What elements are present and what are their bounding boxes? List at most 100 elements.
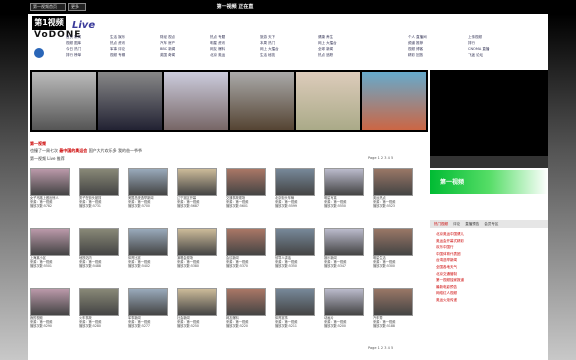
video-plays: 播放次数:5488 [79, 264, 101, 268]
nav-col-4[interactable]: 热点 专题 明星 资讯 网友 爆料 北京 奥运 [210, 34, 225, 58]
video-thumbnail[interactable] [177, 228, 217, 256]
featured-photo[interactable] [32, 72, 96, 130]
video-card[interactable]: 军事新闻 来源：第一视频 播放次数:5277 [128, 288, 172, 346]
video-card[interactable]: 体育比赛 来源：第一视频 播放次数:5402 [128, 228, 172, 286]
list-item[interactable]: 最新电影预告 [436, 284, 516, 291]
video-plays: 播放次数:5300 [373, 264, 395, 268]
list-item[interactable]: 北京奥运中国健儿 [436, 231, 516, 238]
video-thumbnail[interactable] [79, 228, 119, 256]
video-thumbnail[interactable] [373, 168, 413, 196]
video-card[interactable]: 男子在街头被撞 来源：第一视频 播放次数:5731 [79, 168, 123, 226]
video-card[interactable]: 地铁站内 来源：第一视频 播放次数:5488 [79, 228, 123, 286]
video-thumbnail[interactable] [275, 288, 315, 316]
list-item[interactable]: 台湾选举新闻 [436, 257, 516, 264]
list-item[interactable]: 第一视频独家报道 [436, 277, 516, 284]
list-item[interactable]: 欢乐中国行 [436, 244, 516, 251]
list-item[interactable]: 网络红人视频 [436, 290, 516, 297]
list-item[interactable]: 奥运会开幕式精彩 [436, 238, 516, 245]
video-card[interactable]: 会议新闻 来源：第一视频 播放次数:5370 [226, 228, 270, 286]
video-card[interactable]: 火车事故 来源：第一视频 播放次数:5280 [79, 288, 123, 346]
featured-photo[interactable] [230, 72, 294, 130]
nav-col-1[interactable]: 首页 新闻 视频 图库 今日 热门 排行 榜单 [66, 34, 81, 58]
video-thumbnail[interactable] [373, 288, 413, 316]
live-icon [34, 48, 44, 58]
ad-text: 第一视频 [440, 179, 465, 186]
featured-photo[interactable] [98, 72, 162, 130]
video-card[interactable]: 汽车秀 来源：第一视频 播放次数:5188 [373, 288, 417, 346]
video-thumbnail[interactable] [79, 168, 119, 196]
video-plays: 播放次数:5277 [128, 324, 150, 328]
video-plays: 播放次数:5347 [324, 264, 346, 268]
video-card[interactable]: 我的视频 来源：第一视频 播放次数:5290 [30, 288, 74, 346]
nav-col-6[interactable]: 健康 养生 网上 大擂台 全球 新闻 热点 追踪 [318, 34, 337, 58]
pager-bottom[interactable]: Page 1 2 3 4 5 [368, 346, 393, 350]
video-thumbnail[interactable] [275, 228, 315, 256]
list-item[interactable]: 中国体育代表团 [436, 251, 516, 258]
video-thumbnail[interactable] [177, 168, 217, 196]
video-thumbnail[interactable] [128, 288, 168, 316]
video-plays: 播放次数:5370 [226, 264, 248, 268]
video-thumbnail[interactable] [30, 228, 70, 256]
headline-row[interactable]: 也撞了一周七次 最中国的奥运会 国产大片欢乐多 我的爸一爷爷 [30, 148, 428, 154]
tab-members[interactable]: 会员专区 [484, 222, 498, 226]
hot-tabs: 热门视频 评论 直播预告 会员专区 [430, 220, 548, 228]
video-thumbnail[interactable] [128, 228, 168, 256]
featured-photo[interactable] [296, 72, 360, 130]
more-select[interactable]: 更多 [68, 3, 86, 11]
right-nav[interactable]: 个人 直播间 频道 推荐 视频 博客 精彩 回放 [408, 34, 427, 58]
featured-photo[interactable] [362, 72, 426, 130]
video-card[interactable]: 上海某小区 来源：第一视频 播放次数:5501 [30, 228, 74, 286]
video-card[interactable]: 交通事故现场 来源：第一视频 播放次数:5601 [226, 168, 270, 226]
video-card[interactable]: 北京街头车辆 来源：第一视频 播放次数:5599 [275, 168, 319, 226]
tab-hot[interactable]: 热门视频 [434, 222, 448, 226]
video-card[interactable]: 女子马路上做出惊人 来源：第一视频 播放次数:5782 [30, 168, 74, 226]
video-plays: 播放次数:5731 [79, 204, 101, 208]
video-thumbnail[interactable] [30, 168, 70, 196]
nav-col-5[interactable]: 旅游 天下 本周 热门 网上 大擂台 生活 秘技 [260, 34, 279, 58]
video-thumbnail[interactable] [30, 288, 70, 316]
featured-photo[interactable] [164, 72, 228, 130]
nav-col-3[interactable]: 财经 视点 汽车 房产 BBC 新闻 英国 奇闻 [160, 34, 175, 58]
list-item[interactable]: 全国各地天气 [436, 264, 516, 271]
video-thumbnail[interactable] [324, 288, 364, 316]
video-thumbnail[interactable] [324, 168, 364, 196]
video-card[interactable]: 奥运热点 来源：第一视频 播放次数:5523 [373, 168, 417, 226]
video-thumbnail[interactable] [373, 228, 413, 256]
video-plays: 播放次数:5380 [177, 264, 199, 268]
video-card[interactable]: 社会新闻 来源：第一视频 播放次数:5250 [177, 288, 221, 346]
video-card[interactable]: 动画片 来源：第一视频 播放次数:5200 [324, 288, 368, 346]
video-plays: 播放次数:5550 [324, 204, 346, 208]
nav-col-2[interactable]: 生活 娱乐 热点 资讯 军事 评论 视频 专辑 [110, 34, 125, 58]
tab-schedule[interactable]: 直播预告 [465, 222, 479, 226]
video-card[interactable]: 领导人讲话 来源：第一视频 播放次数:5350 [275, 228, 319, 286]
video-card[interactable]: 体育赛事 来源：第一视频 播放次数:5211 [275, 288, 319, 346]
right-nav-2[interactable]: 上传视频 排行 CNOMA 直播 飞途 论坛 [468, 34, 489, 58]
player-controls[interactable] [430, 156, 548, 168]
video-plays: 播放次数:5523 [373, 204, 395, 208]
video-card[interactable]: 明星写真 来源：第一视频 播放次数:5550 [324, 168, 368, 226]
video-card[interactable]: 网友爆料 来源：第一视频 播放次数:5220 [226, 288, 270, 346]
video-thumbnail[interactable] [226, 168, 266, 196]
video-card[interactable]: 明星生活 来源：第一视频 播放次数:5300 [373, 228, 417, 286]
home-select[interactable]: 第一视频首页 [30, 3, 66, 11]
video-card[interactable]: 演唱会现场 来源：第一视频 播放次数:5380 [177, 228, 221, 286]
video-thumbnail[interactable] [226, 288, 266, 316]
video-card[interactable]: 娱乐新闻 来源：第一视频 播放次数:5347 [324, 228, 368, 286]
video-thumbnail[interactable] [226, 228, 266, 256]
tab-comments[interactable]: 评论 [453, 222, 460, 226]
video-card[interactable]: 辽宁赛区开幕 来源：第一视频 播放次数:5687 [177, 168, 221, 226]
video-thumbnail[interactable] [128, 168, 168, 196]
video-thumbnail[interactable] [79, 288, 119, 316]
list-item[interactable]: 北京交通管制 [436, 271, 516, 278]
video-thumbnail[interactable] [324, 228, 364, 256]
featured-strip [30, 70, 428, 132]
grid-title: 第一视频 Live 推荐 [30, 156, 65, 161]
video-thumbnail[interactable] [177, 288, 217, 316]
pager-top[interactable]: Page 1 2 3 4 5 [368, 156, 393, 160]
header: 第1视频 VoDONE Live 首页 新闻 视频 图库 今日 热门 排行 榜单 生活… [28, 14, 548, 70]
video-thumbnail[interactable] [275, 168, 315, 196]
ad-banner[interactable]: 第一视频 [430, 170, 548, 194]
video-player[interactable] [430, 70, 548, 168]
list-item[interactable]: 奥运火炬传递 [436, 297, 516, 304]
video-card[interactable]: 美国总统选举新闻 来源：第一视频 播放次数:5700 [128, 168, 172, 226]
